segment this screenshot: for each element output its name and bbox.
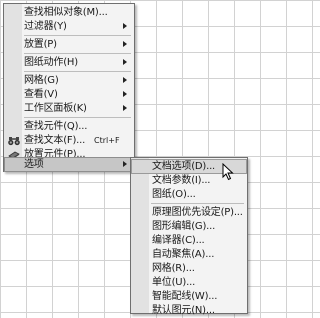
menu-item-find-similar-objects[interactable]: 查找相似对象(M)... (5, 6, 133, 19)
menu-item-compiler[interactable]: 编译器(C)... (132, 234, 246, 247)
menu-item-default-primitives[interactable]: 默认图元(N)... (132, 304, 246, 317)
menu-separator (24, 35, 131, 36)
menu-item-find-component[interactable]: 查找元件(Q)... (5, 120, 133, 133)
menu-item-label: 查找元件(Q)... (24, 121, 88, 132)
menu-item-label: 工作区面板(K) (24, 103, 87, 114)
chevron-right-icon (123, 59, 127, 65)
menu-separator (24, 53, 131, 54)
menu-item-workspace-panels[interactable]: 工作区面板(K) (5, 102, 133, 115)
shortcut-label: Ctrl+F (94, 136, 120, 145)
menu-item-view[interactable]: 查看(V) (5, 88, 133, 101)
menu-item-label: 原理图优先设定(P)... (152, 207, 243, 218)
mouse-pointer-icon (222, 163, 234, 181)
menu-separator (151, 203, 244, 204)
menu-item-grids[interactable]: 网格(R)... (132, 262, 246, 275)
menu-item-label: 文档参数(I)... (152, 175, 211, 186)
menu-item-label: 默认图元(N)... (152, 305, 215, 316)
menu-item-label: 过滤器(Y) (24, 21, 67, 32)
menu-item-filter[interactable]: 过滤器(Y) (5, 20, 133, 33)
menu-item-label: 智能配线(W)... (152, 291, 218, 302)
menu-item-graphical-editing[interactable]: 图形编辑(G)... (132, 220, 246, 233)
menu-item-auto-focus[interactable]: 自动聚焦(A)... (132, 248, 246, 261)
menu-item-sheet-actions[interactable]: 图纸动作(H) (5, 56, 133, 69)
chevron-right-icon (123, 77, 127, 83)
menu-item-grid[interactable]: 网格(G) (5, 74, 133, 87)
binoculars-icon (8, 137, 20, 146)
menu-item-label: 查找相似对象(M)... (24, 7, 108, 18)
menu-item-label: 选项 (24, 159, 44, 170)
chevron-right-icon (123, 105, 127, 111)
menu-item-label: 查看(V) (24, 89, 58, 100)
menu-item-place[interactable]: 放置(P) (5, 38, 133, 51)
menu-item-options[interactable]: 选项 (4, 157, 134, 172)
chevron-right-icon (123, 23, 127, 29)
context-menu: 查找相似对象(M)... 过滤器(Y) 放置(P) 图纸动作(H) 网格(G) … (3, 3, 135, 172)
chevron-right-icon (123, 161, 127, 167)
menu-item-find-text[interactable]: 查找文本(F)... Ctrl+F (5, 134, 133, 147)
chevron-right-icon (123, 41, 127, 47)
chevron-right-icon (123, 91, 127, 97)
menu-item-label: 编译器(C)... (152, 235, 205, 246)
menu-separator (24, 71, 131, 72)
menu-item-schematic-preferences[interactable]: 原理图优先设定(P)... (132, 206, 246, 219)
menu-item-label: 自动聚焦(A)... (152, 249, 215, 260)
menu-item-smart-wiring[interactable]: 智能配线(W)... (132, 290, 246, 303)
menu-item-label: 单位(U)... (152, 277, 196, 288)
menu-item-label: 图纸动作(H) (24, 57, 78, 68)
menu-item-label: 网格(R)... (152, 263, 195, 274)
menu-item-label: 文档选项(D)... (152, 161, 216, 172)
menu-item-label: 图纸(O)... (152, 189, 196, 200)
menu-item-units[interactable]: 单位(U)... (132, 276, 246, 289)
menu-separator (24, 117, 131, 118)
menu-item-label: 网格(G) (24, 75, 59, 86)
menu-item-label: 放置(P) (24, 39, 57, 50)
menu-item-label: 查找文本(F)... (24, 135, 86, 146)
menu-item-sheet[interactable]: 图纸(O)... (132, 188, 246, 201)
menu-item-label: 图形编辑(G)... (152, 221, 216, 232)
